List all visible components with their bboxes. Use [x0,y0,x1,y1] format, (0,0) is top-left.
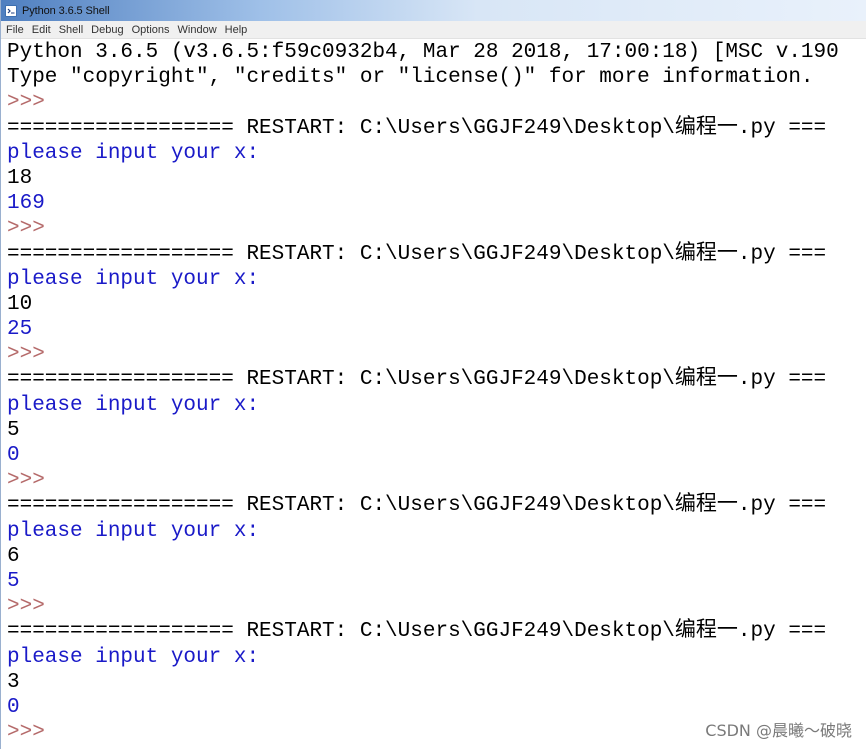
shell-line: ================== RESTART: C:\Users\GGJ… [7,368,827,392]
shell-line: please input your x: [7,519,260,543]
shell-line: 3 [7,670,20,694]
menu-edit[interactable]: Edit [29,24,54,36]
shell-line: 169 [7,192,45,216]
shell-line: 5 [7,569,20,593]
shell-prompt: >>> [7,217,45,241]
shell-line: 10 [7,292,33,316]
window-title: Python 3.6.5 Shell [22,4,110,17]
shell-line: please input your x: [7,141,260,165]
shell-line: please input your x: [7,267,260,291]
shell-line: ================== RESTART: C:\Users\GGJ… [7,116,827,140]
shell-line: 6 [7,544,20,568]
shell-line: please input your x: [7,645,260,669]
watermark: CSDN @晨曦～破晓 [705,721,852,740]
shell-line: Python 3.6.5 (v3.6.5:f59c0932b4, Mar 28 … [7,41,839,64]
shell-line: 25 [7,318,33,342]
menu-shell[interactable]: Shell [56,24,86,36]
menu-window[interactable]: Window [175,24,220,36]
shell-line: 5 [7,418,20,442]
menu-debug[interactable]: Debug [88,24,126,36]
shell-line: ================== RESTART: C:\Users\GGJ… [7,494,827,518]
shell-prompt: >>> [7,469,45,493]
shell-prompt: >>> [7,91,45,115]
shell-output-area[interactable]: Python 3.6.5 (v3.6.5:f59c0932b4, Mar 28 … [7,40,866,745]
shell-line: 0 [7,444,20,467]
shell-line: please input your x: [7,393,260,417]
shell-line: ================== RESTART: C:\Users\GGJ… [7,242,827,266]
menu-help[interactable]: Help [222,24,251,36]
shell-line: 18 [7,166,33,190]
shell-line: ================== RESTART: C:\Users\GGJ… [7,620,827,644]
title-bar[interactable]: Python 3.6.5 Shell [1,0,866,21]
shell-line: Type "copyright", "credits" or "license(… [7,66,814,90]
shell-prompt: >>> [7,595,45,619]
shell-prompt: >>> [7,343,45,367]
menu-options[interactable]: Options [129,24,173,36]
menu-bar: File Edit Shell Debug Options Window Hel… [1,21,866,39]
python-shell-icon [5,4,17,17]
menu-file[interactable]: File [3,24,27,36]
python-shell-window: Python 3.6.5 Shell File Edit Shell Debug… [0,0,866,749]
